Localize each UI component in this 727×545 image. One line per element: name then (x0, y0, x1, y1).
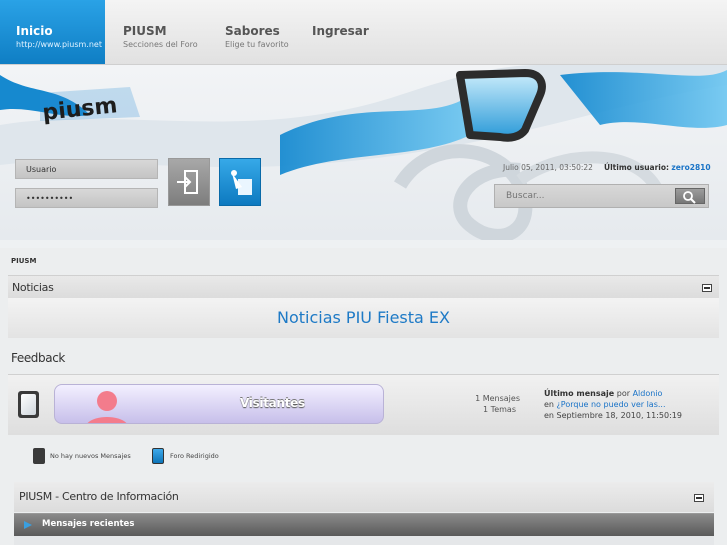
redirect-board-icon (152, 448, 164, 464)
category-title[interactable]: Noticias (12, 281, 54, 294)
last-post-by: por (616, 389, 631, 398)
last-post-line: Último mensaje por Aldonio (544, 389, 662, 398)
board-topics-count: 1 Temas (483, 405, 516, 414)
banner-artwork: piusm (0, 65, 727, 240)
last-post-in: en (544, 400, 554, 409)
category-title-feedback[interactable]: Feedback (11, 351, 65, 365)
board-status-icon (18, 391, 39, 418)
login-button[interactable] (168, 158, 210, 206)
nav-item-title: Sabores (225, 24, 280, 38)
nav-item-subtitle: Elige tu favorito (225, 40, 289, 49)
username-field[interactable]: Usuario (15, 159, 158, 179)
category-title[interactable]: PIUSM - Centro de Información (19, 490, 179, 503)
info-row (14, 536, 714, 545)
nav-item-title: Ingresar (312, 24, 369, 38)
nav-item-inicio[interactable]: Inicio http://www.piusm.net (0, 0, 105, 64)
recent-posts-label: Mensajes recientes (42, 519, 135, 529)
legend-redirect: Foro Redirigido (170, 452, 219, 460)
nav-item-subtitle: http://www.piusm.net (16, 40, 102, 49)
search-button[interactable] (675, 188, 705, 204)
last-post-topic[interactable]: ¿Porque no puedo ver las... (557, 400, 666, 409)
current-datetime: Julio 05, 2011, 03:50:22 (503, 163, 593, 172)
search-box (494, 184, 709, 208)
board-banner-visitantes[interactable]: Visitantes (54, 384, 384, 424)
login-icon (177, 170, 198, 194)
password-field[interactable]: •••••••••• (15, 188, 158, 208)
last-user-link[interactable]: zero2810 (671, 163, 710, 172)
search-input[interactable] (495, 185, 675, 207)
no-new-messages-icon (33, 448, 45, 464)
board-name: Visitantes (240, 396, 305, 410)
category-header-noticias: Noticias (8, 275, 719, 298)
collapse-icon[interactable] (702, 284, 712, 292)
collapse-icon[interactable] (694, 494, 704, 502)
last-user-label: Último usuario: (604, 163, 670, 172)
legend-no-new: No hay nuevos Mensajes (50, 452, 131, 460)
breadcrumb[interactable]: PIUSM (11, 257, 36, 265)
recent-posts-bar[interactable]: Mensajes recientes (14, 513, 714, 536)
last-post-date: en Septiembre 18, 2010, 11:50:19 (544, 411, 682, 420)
category-header-info: PIUSM - Centro de Información (14, 482, 714, 512)
nav-item-title: Inicio (16, 24, 53, 38)
nav-item-subtitle: Secciones del Foro (123, 40, 198, 49)
nav-item-title: PIUSM (123, 24, 167, 38)
last-post-label: Último mensaje (544, 389, 615, 398)
board-messages-count: 1 Mensajes (475, 394, 520, 403)
register-button[interactable] (219, 158, 261, 206)
last-user-info: Último usuario: zero2810 (604, 163, 711, 172)
last-post-topic-line: en ¿Porque no puedo ver las... (544, 400, 666, 409)
last-post-author[interactable]: Aldonio (633, 389, 663, 398)
user-silhouette-icon (87, 391, 127, 423)
register-icon (231, 170, 252, 195)
top-navigation: Inicio http://www.piusm.net PIUSM Seccio… (0, 0, 727, 65)
arrow-right-icon (24, 521, 32, 529)
news-headline[interactable]: Noticias PIU Fiesta EX (8, 308, 719, 327)
search-icon (683, 191, 696, 204)
header-banner: piusm Usuario •••••••••• (0, 65, 727, 240)
news-box: Noticias PIU Fiesta EX (8, 298, 719, 338)
